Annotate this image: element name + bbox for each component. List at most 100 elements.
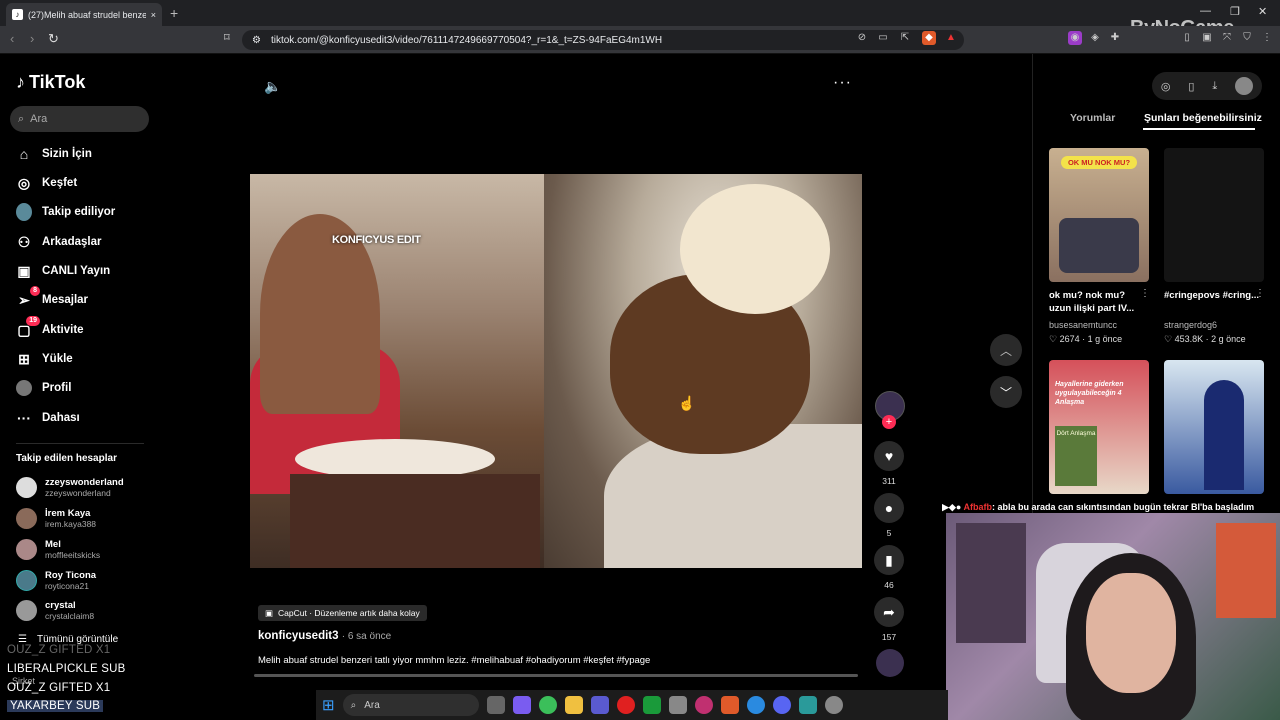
following-account[interactable]: zzeyswonderland zzeyswonderland <box>16 473 146 501</box>
more-options-icon[interactable]: ⋮ <box>1140 288 1150 299</box>
tab-comments[interactable]: Yorumlar <box>1070 112 1115 124</box>
sub-alert: OUZ_Z GIFTED X1 <box>7 644 111 656</box>
download-icon[interactable]: ⤓ <box>1212 80 1217 93</box>
author-name[interactable]: konficyusedit3 <box>258 630 339 642</box>
suggested-video-thumb[interactable]: Hayallerine giderken uygulayabileceğin 4… <box>1049 360 1149 494</box>
compass-icon[interactable]: ◎ <box>1161 80 1171 93</box>
video-player[interactable]: KONFICYUS EDIT <box>250 174 862 568</box>
suggested-video-title[interactable]: ok mu? nok mu? uzun ilişki part IV... <box>1049 289 1145 315</box>
nav-item-messages[interactable]: ➢ 8 Mesajlar <box>16 286 146 312</box>
extension-diamond-icon[interactable]: ◈ <box>1088 31 1102 45</box>
sub-alert: OUZ_Z GIFTED X1 <box>7 682 111 694</box>
follow-plus-icon[interactable]: + <box>882 415 896 429</box>
nav-item-profile[interactable]: Profil <box>16 376 146 400</box>
previous-video-icon[interactable]: ︿ <box>990 334 1022 366</box>
close-window-icon[interactable]: ✕ <box>1258 5 1267 18</box>
windows-start-icon[interactable]: ⊞ <box>322 696 335 714</box>
share-arrow-icon[interactable]: ➦ <box>874 597 904 627</box>
search-input[interactable]: ⌕ Ara <box>10 106 149 132</box>
browser-tab[interactable]: ♪ (27)Melih abuaf strudel benze × <box>6 3 162 26</box>
cast-icon[interactable]: ▭ <box>876 31 890 45</box>
close-tab-icon[interactable]: × <box>151 10 156 20</box>
following-account[interactable]: Roy Ticona royticona21 <box>16 566 146 594</box>
app-icon[interactable] <box>798 696 817 714</box>
discord-icon[interactable] <box>772 696 791 714</box>
brave-shield-icon[interactable]: ◆ <box>922 31 936 45</box>
menu-icon[interactable]: ⋮ <box>1260 31 1274 45</box>
suggested-video-thumb[interactable] <box>1164 360 1264 494</box>
camera-off-icon[interactable]: ⊘ <box>855 31 869 45</box>
wallet-icon[interactable]: ▣ <box>1200 31 1214 45</box>
obs-icon[interactable] <box>824 696 843 714</box>
suggested-video-user[interactable]: strangerdog6 <box>1164 320 1217 330</box>
nav-item-live[interactable]: ▣ CANLI Yayın <box>16 259 146 283</box>
shield-icon[interactable]: ⛉ <box>1240 31 1254 45</box>
nav-item-upload[interactable]: ⊞ Yükle <box>16 347 146 371</box>
nav-label: CANLI Yayın <box>42 265 111 277</box>
nav-item-friends[interactable]: ⚇ Arkadaşlar <box>16 230 146 254</box>
nav-item-more[interactable]: ··· Dahası <box>16 406 146 430</box>
nav-item-explore[interactable]: ◎ Keşfet <box>16 171 146 195</box>
video-scene-plate <box>295 439 495 479</box>
file-explorer-icon[interactable] <box>564 696 583 714</box>
nav-label: Profil <box>42 382 72 394</box>
following-account[interactable]: crystal crystalclaim8 <box>16 596 146 624</box>
chat-badges-icon: ▶◆● <box>942 502 964 512</box>
more-options-icon[interactable]: ⋮ <box>1255 288 1265 299</box>
suggested-video-thumb[interactable] <box>1164 148 1264 282</box>
volume-icon[interactable]: 🔈 <box>264 78 281 95</box>
bookmark-icon[interactable]: ▮ <box>874 545 904 575</box>
brave-rewards-icon[interactable]: ▲ <box>944 31 958 45</box>
media-icon[interactable] <box>694 696 713 714</box>
new-tab-button[interactable]: + <box>170 5 178 21</box>
next-video-icon[interactable]: ﹀ <box>990 376 1022 408</box>
edge-icon[interactable] <box>746 696 765 714</box>
xbox-icon[interactable] <box>642 696 661 714</box>
bookmark-icon[interactable]: ⌑ <box>224 31 230 44</box>
suggested-video-title[interactable]: #cringepovs #cring... <box>1164 289 1260 302</box>
nav-item-for-you[interactable]: ⌂ Sizin İçin <box>16 142 146 166</box>
minimize-icon[interactable]: — <box>1200 5 1211 17</box>
video-author[interactable]: konficyusedit3 · 6 sa önce <box>258 630 391 642</box>
more-options-icon[interactable]: ··· <box>833 74 852 92</box>
suggested-video-user[interactable]: busesanemtuncc <box>1049 320 1117 330</box>
music-disc-icon[interactable] <box>876 649 904 677</box>
heart-icon[interactable]: ♥ <box>874 441 904 471</box>
like-action[interactable]: ♥ 311 <box>874 441 904 486</box>
extension-icon[interactable]: ◉ <box>1068 31 1082 45</box>
browser-tab-strip <box>0 0 1280 26</box>
video-progress-bar[interactable] <box>254 674 858 677</box>
share-action[interactable]: ➦ 157 <box>874 597 904 642</box>
following-account[interactable]: İrem Kaya irem.kaya388 <box>16 504 146 532</box>
extensions-puzzle-icon[interactable]: ✚ <box>1108 31 1122 45</box>
teams-icon[interactable] <box>590 696 609 714</box>
nav-item-following[interactable]: Takip ediliyor <box>16 200 146 224</box>
nav-item-activity[interactable]: ▢ 19 Aktivite <box>16 316 146 342</box>
taskbar-search[interactable]: ⌕ Ara <box>342 694 479 716</box>
back-icon[interactable]: ‹ <box>10 31 14 46</box>
sidebar-icon[interactable]: ▯ <box>1180 31 1194 45</box>
following-account[interactable]: Mel moffleeitskicks <box>16 535 146 563</box>
save-action[interactable]: ▮ 46 <box>874 545 904 590</box>
site-settings-icon[interactable]: ⚙ <box>252 35 261 46</box>
comment-icon[interactable]: ● <box>874 493 904 523</box>
tab-suggested[interactable]: Şunları beğenebilirsiniz <box>1144 112 1262 124</box>
share-icon[interactable]: ⇱ <box>898 31 912 45</box>
forward-icon[interactable]: › <box>30 31 34 46</box>
app-icon[interactable] <box>538 696 557 714</box>
brave-icon[interactable] <box>720 696 739 714</box>
vpn-icon[interactable]: ⤧ <box>1220 31 1234 45</box>
suggested-video-thumb[interactable]: OK MU NOK MU? <box>1049 148 1149 282</box>
phone-icon[interactable]: ▯ <box>1188 80 1194 93</box>
user-avatar[interactable] <box>1235 77 1254 95</box>
opera-icon[interactable] <box>616 696 635 714</box>
reload-icon[interactable]: ↻ <box>48 31 59 47</box>
avatar <box>16 538 37 560</box>
copilot-icon[interactable] <box>512 696 531 714</box>
tiktok-logo[interactable]: ♪ TikTok <box>16 72 85 93</box>
task-view-icon[interactable] <box>486 696 505 714</box>
taskbar-search-placeholder: Ara <box>364 699 380 711</box>
comment-action[interactable]: ● 5 <box>874 493 904 538</box>
capcut-link[interactable]: ▣ CapCut · Düzenleme artık daha kolay <box>258 605 427 621</box>
app-icon[interactable] <box>668 696 687 714</box>
